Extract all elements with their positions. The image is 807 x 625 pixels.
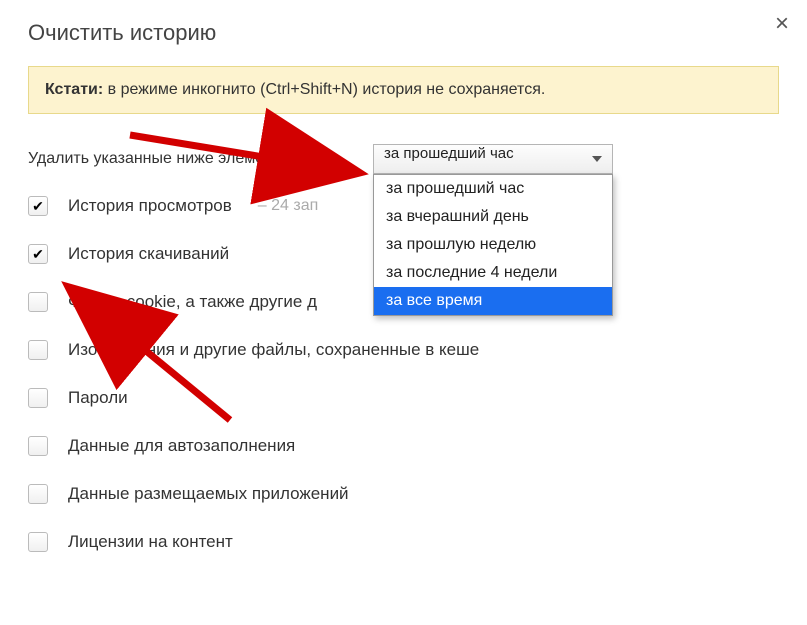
item-label: Данные размещаемых приложений [68, 484, 349, 504]
clear-history-dialog: × Очистить историю Кстати: в режиме инко… [0, 0, 807, 572]
checkbox[interactable] [28, 196, 48, 216]
checkbox[interactable] [28, 244, 48, 264]
item-label: История скачиваний [68, 244, 229, 264]
time-range-select[interactable]: за прошедший час за прошедший часза вчер… [373, 144, 613, 174]
checkbox[interactable] [28, 436, 48, 456]
checkbox[interactable] [28, 292, 48, 312]
select-button[interactable]: за прошедший час [373, 144, 613, 174]
list-item[interactable]: Изображения и другие файлы, сохраненные … [28, 340, 779, 360]
banner-prefix: Кстати: [45, 81, 103, 98]
list-item[interactable]: Данные для автозаполнения [28, 436, 779, 456]
list-item[interactable]: Лицензии на контент [28, 532, 779, 552]
time-range-label: Удалить указанные ниже элементы [28, 150, 292, 168]
select-option[interactable]: за последние 4 недели [374, 259, 612, 287]
item-label: История просмотров [68, 196, 232, 216]
item-label: Файлы cookie, а также другие д [68, 292, 317, 312]
item-label: Изображения и другие файлы, сохраненные … [68, 340, 479, 360]
checkbox[interactable] [28, 340, 48, 360]
select-option[interactable]: за вчерашний день [374, 203, 612, 231]
close-icon: × [775, 10, 789, 37]
dialog-title: Очистить историю [28, 20, 779, 46]
item-label: Данные для автозаполнения [68, 436, 295, 456]
banner-text: в режиме инкогнито (Ctrl+Shift+N) истори… [103, 81, 545, 98]
list-item[interactable]: Пароли [28, 388, 779, 408]
checkbox[interactable] [28, 532, 48, 552]
item-label: Лицензии на контент [68, 532, 233, 552]
item-label: Пароли [68, 388, 128, 408]
chevron-down-icon [592, 156, 602, 162]
select-dropdown: за прошедший часза вчерашний деньза прош… [373, 174, 613, 316]
list-item[interactable]: Данные размещаемых приложений [28, 484, 779, 504]
close-button[interactable]: × [771, 8, 793, 40]
checkbox[interactable] [28, 484, 48, 504]
checkbox[interactable] [28, 388, 48, 408]
select-value: за прошедший час [384, 145, 514, 162]
select-option[interactable]: за прошедший час [374, 175, 612, 203]
item-sublabel: – 24 зап [258, 197, 318, 215]
incognito-info-banner: Кстати: в режиме инкогнито (Ctrl+Shift+N… [28, 66, 779, 114]
select-option[interactable]: за все время [374, 287, 612, 315]
time-range-row: Удалить указанные ниже элементы за проше… [28, 150, 779, 168]
select-option[interactable]: за прошлую неделю [374, 231, 612, 259]
